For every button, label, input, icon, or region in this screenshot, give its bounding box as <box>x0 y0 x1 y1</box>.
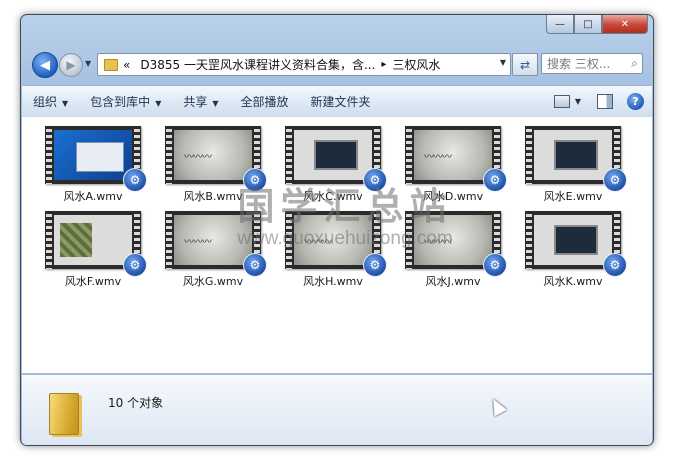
include-in-library-label: 包含到库中 <box>90 95 151 109</box>
item-count: 10 个对象 <box>108 396 164 410</box>
breadcrumb-segment-2[interactable]: 三权风水 <box>392 56 440 73</box>
view-dropdown-icon[interactable]: ▼ <box>575 97 581 106</box>
help-icon[interactable]: ? <box>627 93 644 110</box>
thumbnail-frame <box>414 215 492 265</box>
film-perforation-left <box>286 211 292 269</box>
file-name: 风水G.wmv <box>182 275 244 288</box>
film-perforation-left <box>286 126 292 184</box>
breadcrumb-separator[interactable]: ▸ <box>381 59 386 70</box>
share-label: 共享 <box>183 95 208 109</box>
maximize-button[interactable]: □ <box>574 15 602 34</box>
folder-icon <box>104 58 118 71</box>
file-name: 风水C.wmv <box>303 190 363 203</box>
minimize-button[interactable]: — <box>546 15 574 34</box>
film-perforation-left <box>526 126 532 184</box>
file-list[interactable]: ⚙ 风水A.wmv ⚙ 风水B.wmv ⚙ 风水C.wmv ⚙ 风水D.wmv … <box>22 117 652 373</box>
caption-buttons: — □ ✕ <box>546 15 648 34</box>
film-perforation-left <box>406 211 412 269</box>
folder-icon <box>49 393 79 435</box>
film-perforation-left <box>46 126 52 184</box>
thumbnail-frame <box>294 130 372 180</box>
back-button[interactable]: ◀ <box>32 52 58 78</box>
file-name: 风水D.wmv <box>422 190 484 203</box>
file-name: 风水A.wmv <box>63 190 123 203</box>
file-name: 风水E.wmv <box>543 190 603 203</box>
share-button[interactable]: 共享 ▼ <box>172 93 229 110</box>
thumbnail-frame <box>54 130 132 180</box>
thumbnail-frame <box>414 130 492 180</box>
explorer-window: — □ ✕ ◀ ▶ ▼ « D3855 一天罡风水课程讲义资料合集，含... ▸… <box>20 14 654 446</box>
dropdown-arrow-icon: ▼ <box>62 99 69 108</box>
thumbnail-frame <box>174 215 252 265</box>
file-name: 风水K.wmv <box>543 275 603 288</box>
view-icon[interactable] <box>553 95 570 108</box>
view-controls: ▼ ? <box>553 93 652 110</box>
file-name: 风水H.wmv <box>303 275 363 288</box>
address-bar[interactable]: « D3855 一天罡风水课程讲义资料合集，含... ▸ 三权风水 ▼ <box>97 53 511 76</box>
refresh-button[interactable]: ⇄ <box>512 53 538 76</box>
dropdown-arrow-icon: ▼ <box>155 99 162 108</box>
close-button[interactable]: ✕ <box>602 15 648 34</box>
film-perforation-left <box>406 126 412 184</box>
include-in-library-button[interactable]: 包含到库中 ▼ <box>79 93 172 110</box>
file-name: 风水B.wmv <box>183 190 243 203</box>
play-all-button[interactable]: 全部播放 <box>230 93 300 110</box>
forward-button[interactable]: ▶ <box>59 53 83 77</box>
new-folder-button[interactable]: 新建文件夹 <box>300 93 382 110</box>
thumbnail-frame <box>534 130 612 180</box>
breadcrumb-segment-1[interactable]: D3855 一天罡风水课程讲义资料合集，含... <box>140 56 375 73</box>
thumbnail-frame <box>534 215 612 265</box>
magnifier-icon[interactable]: ⌕ <box>631 56 638 71</box>
thumbnail-frame <box>54 215 132 265</box>
thumbnail-frame <box>294 215 372 265</box>
file-name: 风水F.wmv <box>64 275 122 288</box>
film-perforation-left <box>46 211 52 269</box>
file-name: 风水J.wmv <box>425 275 481 288</box>
film-perforation-left <box>166 126 172 184</box>
film-perforation-left <box>166 211 172 269</box>
command-bar: 组织 ▼ 包含到库中 ▼ 共享 ▼ 全部播放 新建文件夹 ▼ ? <box>22 85 652 118</box>
organize-label: 组织 <box>33 95 58 109</box>
recent-pages-dropdown[interactable]: ▼ <box>85 59 91 68</box>
thumbnail-frame <box>174 130 252 180</box>
search-box[interactable]: 搜索 三权... ⌕ <box>541 53 643 74</box>
address-dropdown-icon[interactable]: ▼ <box>500 58 506 67</box>
preview-pane-icon[interactable] <box>597 94 613 109</box>
search-placeholder[interactable]: 搜索 三权... <box>547 55 610 72</box>
film-perforation-left <box>526 211 532 269</box>
organize-button[interactable]: 组织 ▼ <box>22 93 79 110</box>
navigation-bar: ◀ ▶ ▼ « D3855 一天罡风水课程讲义资料合集，含... ▸ 三权风水 … <box>21 49 653 79</box>
dropdown-arrow-icon: ▼ <box>212 99 219 108</box>
details-pane: 10 个对象 <box>22 374 652 445</box>
address-overflow[interactable]: « <box>123 58 130 72</box>
